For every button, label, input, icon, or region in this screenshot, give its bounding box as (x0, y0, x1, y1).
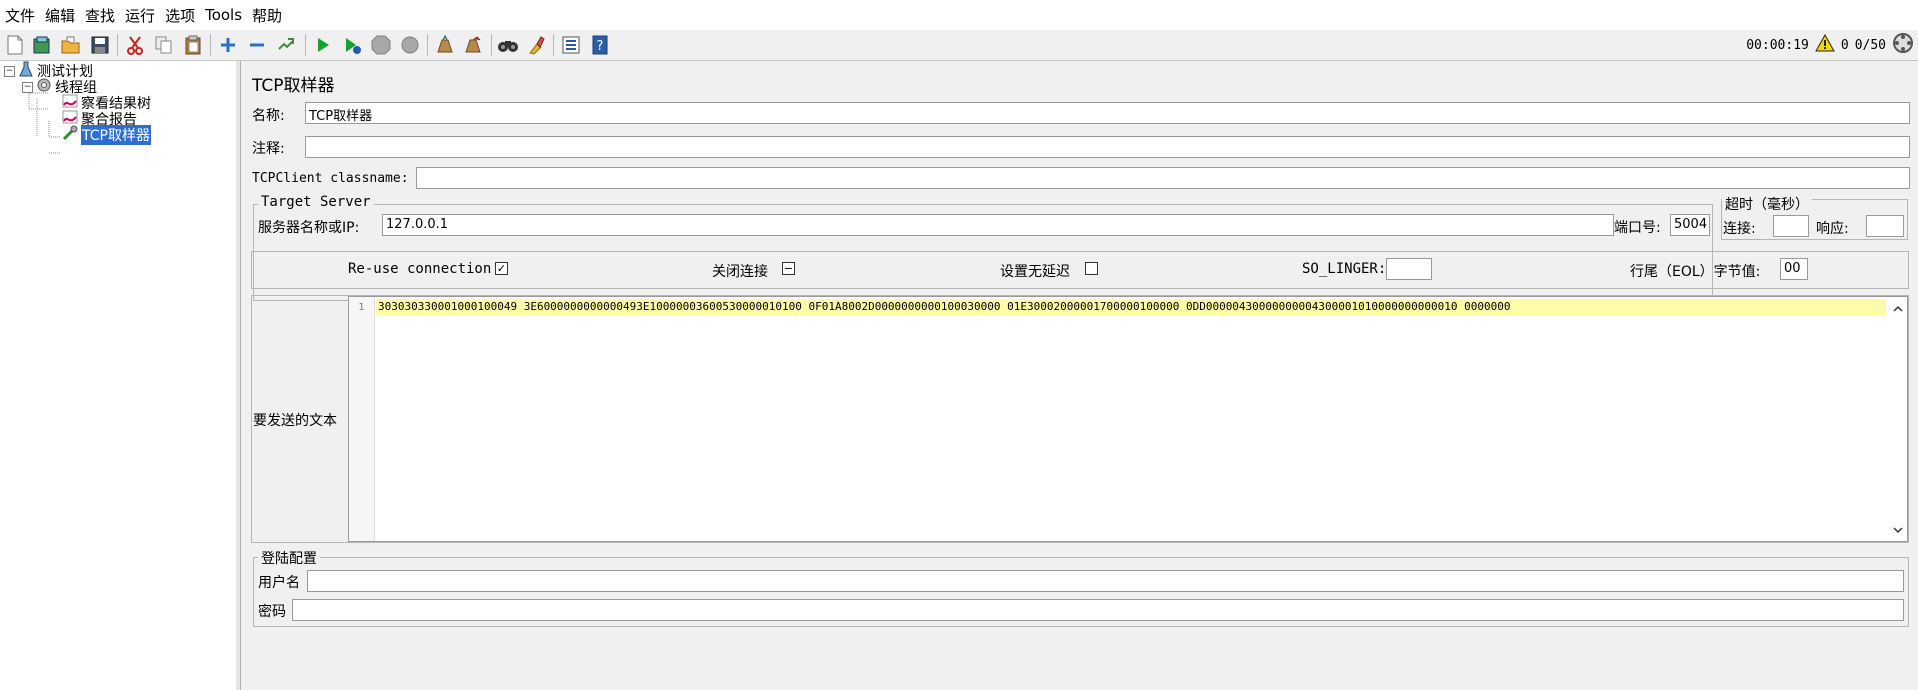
warning-icon[interactable] (1815, 33, 1835, 56)
menu-edit[interactable]: 编辑 (40, 5, 80, 26)
start-icon[interactable] (312, 34, 334, 56)
login-config-title: 登陆配置 (258, 548, 320, 568)
connect-timeout-field[interactable] (1773, 215, 1809, 237)
editor-scrollbar[interactable] (1889, 297, 1907, 541)
no-delay-checkbox[interactable] (1085, 262, 1098, 275)
open-icon[interactable] (60, 34, 82, 56)
menu-file[interactable]: 文件 (0, 5, 40, 26)
collapse-toggle-icon[interactable]: − (4, 65, 15, 77)
menu-run[interactable]: 运行 (120, 5, 160, 26)
search-icon[interactable] (497, 34, 519, 56)
menu-bar: 文件 编辑 查找 运行 选项 Tools 帮助 (0, 0, 1918, 31)
svg-text:?: ? (597, 39, 604, 54)
comment-label: 注释: (252, 141, 285, 157)
collapse-toggle-icon[interactable]: − (22, 81, 33, 93)
collapse-icon[interactable] (246, 34, 268, 56)
username-label: 用户名 (258, 575, 300, 591)
text-to-send-label: 要发送的文本 (253, 413, 337, 429)
scroll-arrows-icon[interactable] (1889, 297, 1907, 541)
clear-all-icon[interactable] (463, 34, 485, 56)
thread-group-icon (36, 77, 52, 97)
shutdown-icon[interactable] (399, 34, 421, 56)
timeout-title: 超时（毫秒） (1722, 194, 1812, 214)
port-field[interactable]: 5004 (1670, 214, 1710, 236)
response-timeout-label: 响应: (1816, 221, 1849, 237)
close-connection-label: 关闭连接 (712, 264, 768, 280)
running-indicator-icon (1892, 32, 1914, 58)
start-no-pause-icon[interactable] (341, 34, 363, 56)
expand-icon[interactable] (217, 34, 239, 56)
port-label: 端口号: (1614, 220, 1661, 236)
elapsed-time: 00:00:19 (1746, 37, 1809, 53)
eol-label: 行尾（EOL）字节值: (1630, 264, 1761, 280)
target-server-title: Target Server (258, 194, 374, 210)
username-field[interactable] (307, 570, 1904, 592)
function-helper-icon[interactable] (560, 34, 582, 56)
so-linger-field[interactable] (1386, 258, 1432, 280)
text-line-1[interactable]: 303030330001000100049 3E6000000000000493… (376, 299, 1886, 315)
error-count: 0 (1840, 37, 1849, 53)
reuse-connection-label: Re-use connection (348, 261, 492, 277)
new-icon[interactable] (4, 34, 26, 56)
save-icon[interactable] (89, 34, 111, 56)
test-plan-icon (18, 61, 34, 81)
copy-icon[interactable] (153, 34, 175, 56)
connect-timeout-label: 连接: (1723, 221, 1756, 237)
sampler-icon (62, 125, 78, 145)
name-field[interactable]: TCP取样器 (305, 102, 1910, 124)
eol-field[interactable]: 00 (1780, 258, 1808, 280)
thread-count: 0/50 (1854, 37, 1886, 53)
test-plan-tree: − 测试计划 − 线程组 察看结果树 聚合报告 TCP取样器 (0, 61, 237, 690)
cut-icon[interactable] (124, 34, 146, 56)
name-label: 名称: (252, 108, 285, 124)
menu-help[interactable]: 帮助 (247, 5, 287, 26)
tree-node-tcp-sampler[interactable]: TCP取样器 (62, 125, 151, 145)
password-field[interactable] (292, 599, 1904, 621)
password-label: 密码 (258, 604, 286, 620)
reset-search-icon[interactable] (525, 34, 547, 56)
clear-icon[interactable] (434, 34, 456, 56)
menu-search[interactable]: 查找 (80, 5, 120, 26)
stop-icon[interactable] (370, 34, 392, 56)
text-to-send-editor[interactable]: 1 303030330001000100049 3E60000000000004… (348, 296, 1908, 542)
paste-icon[interactable] (182, 34, 204, 56)
line-number: 1 (358, 302, 365, 313)
toggle-icon[interactable] (275, 34, 297, 56)
toolbar: ? (0, 30, 1918, 61)
server-field[interactable]: 127.0.0.1 (382, 214, 1614, 236)
panel-title: TCP取样器 (252, 76, 335, 96)
help-icon[interactable]: ? (589, 34, 611, 56)
no-delay-label: 设置无延迟 (1000, 264, 1070, 280)
server-label: 服务器名称或IP: (258, 220, 360, 236)
run-status: 00:00:19 0 0/50 (1746, 30, 1918, 60)
classname-label: TCPClient classname: (252, 171, 409, 186)
line-number-gutter: 1 (349, 297, 375, 541)
menu-tools[interactable]: Tools (200, 6, 247, 24)
response-timeout-field[interactable] (1866, 215, 1904, 237)
menu-options[interactable]: 选项 (160, 5, 200, 26)
so-linger-label: SO_LINGER: (1302, 261, 1387, 277)
classname-field[interactable] (416, 167, 1910, 189)
close-connection-checkbox[interactable]: − (782, 262, 795, 275)
tree-label-selected: TCP取样器 (81, 125, 151, 145)
comment-field[interactable] (305, 136, 1910, 158)
reuse-connection-checkbox[interactable]: ✓ (495, 262, 508, 275)
templates-icon[interactable] (31, 34, 53, 56)
